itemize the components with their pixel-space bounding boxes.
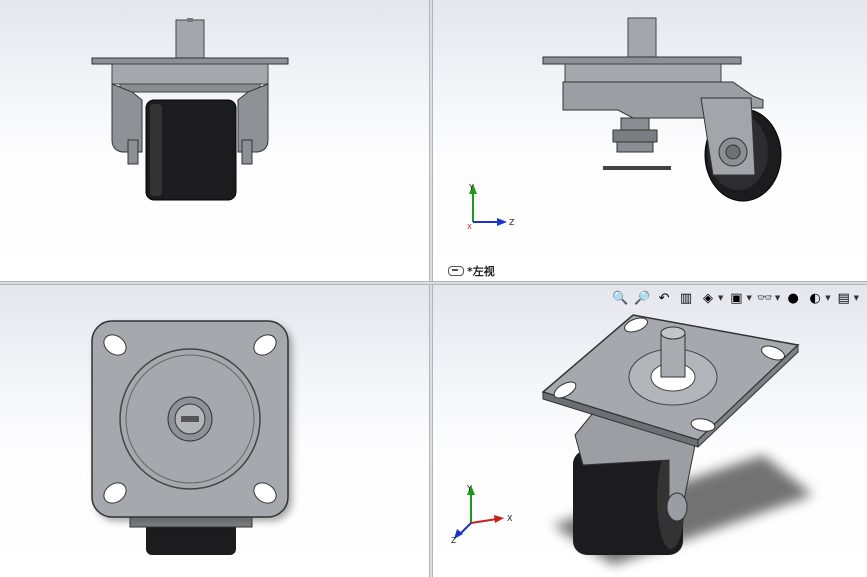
isometric-view[interactable]: 🔍 🔎 ↶ ▥ ◈ ▼ ▣ ▼ 👓 ▼ ● ◐ ▼ ▤ ▼ Y X Z [433,285,867,577]
caster-top-model[interactable] [0,285,429,577]
caster-front-model[interactable] [0,0,429,281]
left-view[interactable]: Y Z X *左视 [433,0,867,281]
top-view[interactable] [0,285,429,577]
triad-z-label: Z [451,536,457,543]
front-view[interactable] [0,0,429,281]
coordinate-triad: Y X Z [451,484,513,543]
triad-x-label: X [467,223,472,231]
view-name-text: *左视 [467,265,495,278]
triad-x-label: X [507,514,513,523]
triad-y-label: Y [468,183,474,192]
triad-z-label: Z [509,218,515,227]
link-icon [448,266,464,276]
viewport-divider-horizontal[interactable] [0,281,867,285]
viewport-divider-vertical[interactable] [429,0,433,577]
coordinate-triad: Y Z X [467,183,515,231]
view-name-label: *左视 [448,263,495,279]
caster-side-model[interactable] [433,0,867,281]
triad-y-label: Y [466,484,472,493]
